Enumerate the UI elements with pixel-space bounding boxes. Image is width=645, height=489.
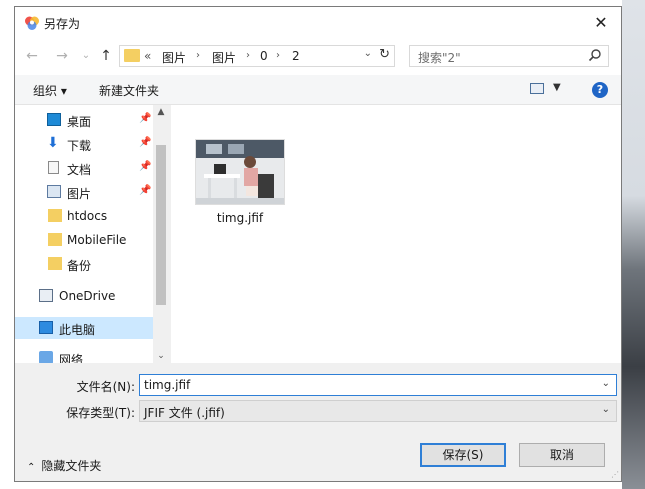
pin-icon[interactable]: 📌 (139, 137, 151, 148)
breadcrumb-segment[interactable]: 图片 (212, 49, 236, 66)
forward-arrow-icon[interactable]: → (53, 47, 71, 65)
network-icon (39, 351, 53, 363)
sidebar-item-mobilefile[interactable]: MobileFile (15, 229, 153, 251)
filename-value[interactable]: timg.jfif (144, 378, 190, 392)
chevron-up-icon[interactable]: ⌃ (27, 462, 35, 473)
sidebar-item-label: 网络 (59, 353, 84, 363)
search-input[interactable]: 搜索"2" (409, 45, 609, 67)
file-thumbnail[interactable] (195, 139, 285, 205)
filetype-label: 保存类型(T): (66, 406, 135, 420)
sidebar-item-label: 备份 (67, 259, 92, 273)
close-button[interactable]: ✕ (581, 7, 621, 39)
save-button[interactable]: 保存(S) (420, 443, 506, 467)
view-options-icon[interactable] (530, 83, 544, 94)
sidebar-item-label: htdocs (67, 209, 108, 223)
title-bar: 另存为 ✕ (15, 7, 621, 39)
photo-thumbnail-icon (196, 140, 284, 204)
sidebar-item-downloads[interactable]: ⬇ 下载 📌 (15, 133, 153, 155)
window-title: 另存为 (44, 17, 81, 31)
refresh-icon[interactable]: ↻ (379, 47, 390, 62)
app-icon (25, 16, 39, 30)
filename-field[interactable]: timg.jfif ⌄ (139, 374, 617, 396)
search-placeholder: 搜索"2" (418, 51, 461, 65)
save-form: 文件名(N): timg.jfif ⌄ 保存类型(T): JFIF 文件 (.j… (15, 363, 621, 481)
pin-icon[interactable]: 📌 (139, 161, 151, 172)
file-list-pane: timg.jfif (171, 105, 621, 363)
search-icon[interactable] (588, 48, 602, 62)
computer-icon (39, 321, 53, 334)
folder-icon (48, 233, 62, 246)
breadcrumb-separator-icon[interactable]: › (246, 50, 250, 61)
scroll-down-icon[interactable]: ⌄ (153, 349, 169, 363)
scrollbar-thumb[interactable] (156, 145, 166, 305)
nav-pane-scrollbar[interactable]: ▲ ⌄ (153, 105, 169, 363)
pin-icon[interactable]: 📌 (139, 185, 151, 196)
breadcrumb-segment[interactable]: 0 (260, 49, 268, 63)
command-toolbar: 组织 ▾ 新建文件夹 ▼ ? (15, 75, 621, 105)
sidebar-item-label: 文档 (67, 163, 92, 177)
address-overflow[interactable]: « (144, 49, 151, 63)
filetype-value: JFIF 文件 (.jfif) (144, 406, 225, 420)
sidebar-item-network[interactable]: 网络 (15, 347, 153, 363)
background-photo-strip (622, 0, 645, 489)
scroll-up-icon[interactable]: ▲ (153, 105, 169, 119)
breadcrumb-segment[interactable]: 2 (292, 49, 300, 63)
folder-icon (124, 49, 140, 62)
hide-folders-label[interactable]: 隐藏文件夹 (41, 459, 101, 473)
download-icon: ⬇ (47, 135, 59, 151)
organize-menu[interactable]: 组织 ▾ (33, 82, 67, 99)
sidebar-item-htdocs[interactable]: htdocs (15, 205, 153, 227)
breadcrumb-separator-icon[interactable]: › (196, 50, 200, 61)
sidebar-item-backup[interactable]: 备份 (15, 253, 153, 275)
navigation-bar: ← → ⌄ ↑ « 图片 › 图片 › 0 › 2 ⌄ ↻ 搜索"2" (15, 39, 621, 75)
sidebar-item-label: MobileFile (67, 233, 127, 247)
hide-folders-toggle[interactable]: ⌃ 隐藏文件夹 (27, 457, 101, 474)
chevron-down-icon[interactable]: ⌄ (602, 404, 610, 415)
up-arrow-icon[interactable]: ↑ (97, 47, 115, 65)
file-name-label[interactable]: timg.jfif (193, 211, 287, 225)
view-dropdown-icon[interactable]: ▼ (553, 82, 561, 93)
sidebar-item-label: OneDrive (59, 289, 116, 303)
onedrive-icon (39, 289, 53, 302)
back-arrow-icon[interactable]: ← (23, 47, 41, 65)
desktop-icon (47, 113, 61, 126)
filetype-select[interactable]: JFIF 文件 (.jfif) ⌄ (139, 400, 617, 422)
pictures-icon (47, 185, 61, 198)
sidebar-item-label: 图片 (67, 187, 92, 201)
sidebar-item-label: 桌面 (67, 115, 92, 129)
help-icon[interactable]: ? (592, 82, 608, 98)
chevron-down-icon[interactable]: ⌄ (602, 378, 610, 389)
cancel-button[interactable]: 取消 (519, 443, 605, 467)
address-dropdown-icon[interactable]: ⌄ (364, 48, 372, 59)
document-icon (48, 161, 59, 174)
folder-icon (48, 209, 62, 222)
breadcrumb-separator-icon[interactable]: › (276, 50, 280, 61)
address-bar[interactable]: « 图片 › 图片 › 0 › 2 ⌄ ↻ (119, 45, 395, 67)
recent-locations-icon[interactable]: ⌄ (77, 47, 95, 65)
filename-label: 文件名(N): (76, 380, 135, 394)
sidebar-item-label: 此电脑 (59, 323, 96, 337)
breadcrumb-segment[interactable]: 图片 (162, 49, 186, 66)
sidebar-item-documents[interactable]: 文档 📌 (15, 157, 153, 179)
sidebar-item-this-pc[interactable]: 此电脑 (15, 317, 153, 339)
navigation-pane: 桌面 📌 ⬇ 下载 📌 文档 📌 图片 📌 htdocs MobileFile (15, 105, 169, 363)
sidebar-item-pictures[interactable]: 图片 📌 (15, 181, 153, 203)
pin-icon[interactable]: 📌 (139, 113, 151, 124)
save-as-dialog: 另存为 ✕ ← → ⌄ ↑ « 图片 › 图片 › 0 › 2 ⌄ ↻ 搜索"2… (14, 6, 622, 482)
resize-grip-icon[interactable]: ⋰ (611, 470, 619, 479)
sidebar-item-onedrive[interactable]: OneDrive (15, 285, 153, 307)
sidebar-item-desktop[interactable]: 桌面 📌 (15, 109, 153, 131)
sidebar-item-label: 下载 (67, 139, 92, 153)
folder-icon (48, 257, 62, 270)
new-folder-button[interactable]: 新建文件夹 (99, 82, 159, 99)
